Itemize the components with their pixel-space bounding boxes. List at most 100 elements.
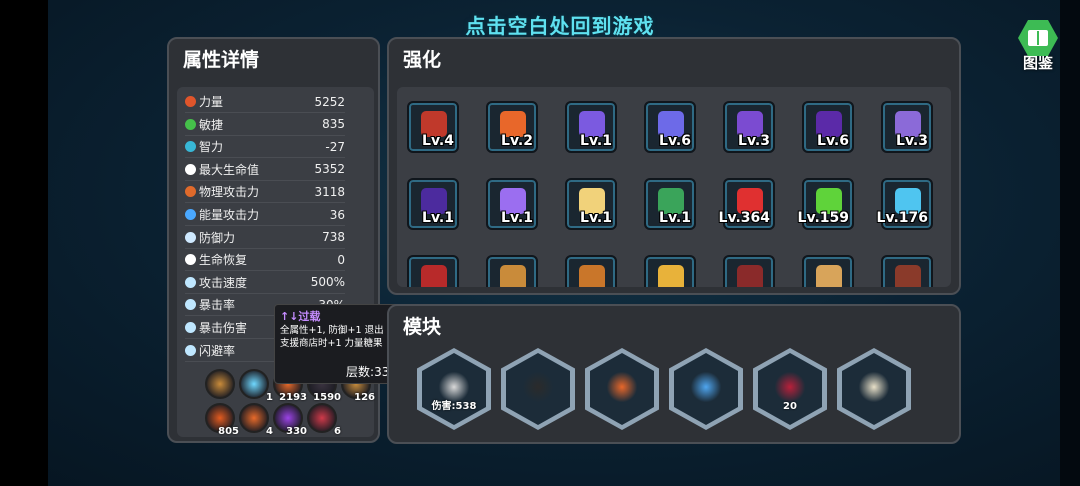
perk-count: 1 bbox=[266, 392, 273, 403]
energy-attack-icon bbox=[185, 209, 196, 220]
stat-value: 0 bbox=[337, 252, 345, 267]
enhance-item[interactable]: Lv.6 bbox=[644, 101, 696, 153]
fries-icon bbox=[658, 265, 684, 287]
stat-row: 生命恢复 0 bbox=[185, 249, 345, 272]
enhance-item[interactable] bbox=[881, 255, 933, 287]
enhance-item[interactable]: Lv.2 bbox=[486, 101, 538, 153]
fire-kettle-icon bbox=[607, 372, 637, 402]
physical-attack-icon bbox=[185, 186, 196, 198]
stat-row: 敏捷 835 bbox=[185, 114, 345, 136]
perk-count: 805 bbox=[218, 426, 239, 437]
burger-icon bbox=[500, 265, 526, 287]
crit-damage-icon bbox=[185, 322, 196, 333]
strength-icon bbox=[185, 96, 196, 107]
enhance-item[interactable]: Lv.1 bbox=[565, 178, 617, 230]
module-panel: 模块 伤害:538 20 bbox=[387, 304, 961, 444]
attack-speed-icon bbox=[185, 276, 196, 288]
heart-icon bbox=[185, 163, 196, 175]
regen-icon bbox=[185, 254, 196, 266]
tooltip-line-1: 全属性+1, 防御+1 退出 bbox=[280, 325, 384, 336]
perk-count: 4 bbox=[266, 426, 273, 437]
enhance-item[interactable] bbox=[407, 255, 459, 287]
enhance-grid[interactable]: Lv.4 Lv.2 Lv.1 Lv.6 Lv.3 Lv.6 Lv.3 Lv.1 Lv.1 Lv.1… bbox=[397, 87, 951, 287]
stat-row: 防御力 738 bbox=[185, 227, 345, 249]
item-level: Lv.6 bbox=[659, 133, 691, 149]
stat-name: 攻击速度 bbox=[199, 275, 248, 290]
enhance-item[interactable]: Lv.364 bbox=[719, 178, 775, 230]
stat-name: 生命恢复 bbox=[199, 253, 248, 268]
stat-value: 3118 bbox=[314, 184, 345, 199]
codex-button[interactable]: 图鉴 bbox=[1008, 20, 1068, 72]
enhance-item[interactable]: Lv.3 bbox=[881, 101, 933, 153]
return-to-game-hint[interactable]: 点击空白处回到游戏 bbox=[0, 10, 1080, 39]
crit-rate-icon bbox=[185, 299, 196, 311]
stat-value: 738 bbox=[322, 230, 345, 245]
item-level: Lv.1 bbox=[659, 210, 691, 226]
tooltip-title: ↑↓过载 bbox=[280, 310, 321, 323]
stat-row: 攻击速度 500% bbox=[185, 272, 345, 294]
stat-name: 敏捷 bbox=[199, 117, 224, 132]
stat-row: 最大生命值 5352 bbox=[185, 159, 345, 181]
enhance-item[interactable]: Lv.1 bbox=[486, 178, 538, 230]
stat-value: 500% bbox=[310, 275, 345, 290]
tooltip-line-2: 支援商店时+1 力量糖果 bbox=[280, 338, 383, 349]
scythe-icon bbox=[775, 372, 805, 402]
enhance-item[interactable]: Lv.176 bbox=[877, 178, 933, 230]
overload-tooltip: ↑↓过载 全属性+1, 防御+1 退出 支援商店时+1 力量糖果 层数:330 bbox=[274, 304, 402, 384]
stat-row: 能量攻击力 36 bbox=[185, 204, 345, 226]
item-level: Lv.1 bbox=[580, 210, 612, 226]
perk-count: 126 bbox=[354, 392, 375, 403]
stat-value: 835 bbox=[322, 117, 345, 132]
enhance-panel: 强化 Lv.4 Lv.2 Lv.1 Lv.6 Lv.3 Lv.6 Lv.3 Lv.1 Lv.1 L… bbox=[387, 37, 961, 295]
module-slot[interactable]: 伤害:538 bbox=[417, 348, 491, 430]
stat-value: 5252 bbox=[314, 94, 345, 109]
enhance-item[interactable] bbox=[802, 255, 854, 287]
module-slot[interactable] bbox=[585, 348, 659, 430]
stat-name: 最大生命值 bbox=[199, 162, 260, 177]
item-level: Lv.159 bbox=[797, 210, 849, 226]
chocolate-icon bbox=[895, 265, 921, 287]
stat-name: 力量 bbox=[199, 95, 224, 109]
item-level: Lv.3 bbox=[896, 133, 928, 149]
module-label: 20 bbox=[783, 401, 797, 412]
module-slot[interactable] bbox=[837, 348, 911, 430]
enhance-item[interactable]: Lv.1 bbox=[644, 178, 696, 230]
item-level: Lv.1 bbox=[501, 210, 533, 226]
magic-hat-icon bbox=[523, 372, 553, 402]
drink-icon[interactable] bbox=[205, 369, 235, 399]
enhance-item[interactable]: Lv.3 bbox=[723, 101, 775, 153]
enhance-item[interactable]: Lv.1 bbox=[565, 101, 617, 153]
enhance-title: 强化 bbox=[403, 49, 442, 71]
module-slot[interactable] bbox=[501, 348, 575, 430]
cola-bottle-icon bbox=[737, 265, 763, 287]
fire-claw-icon[interactable]: 4 bbox=[239, 403, 273, 437]
enhance-item[interactable] bbox=[565, 255, 617, 287]
enhance-item[interactable] bbox=[723, 255, 775, 287]
item-level: Lv.6 bbox=[817, 133, 849, 149]
book-icon bbox=[1018, 20, 1058, 56]
item-level: Lv.364 bbox=[718, 210, 770, 226]
crit-aura-icon[interactable]: 1 bbox=[239, 369, 273, 403]
enhance-item[interactable]: Lv.159 bbox=[798, 178, 854, 230]
fire-claw-icon[interactable]: 805 bbox=[205, 403, 239, 437]
berries-icon bbox=[421, 265, 447, 287]
item-level: Lv.176 bbox=[876, 210, 928, 226]
enhance-item[interactable]: Lv.4 bbox=[407, 101, 459, 153]
stat-row: 智力 -27 bbox=[185, 136, 345, 159]
shield-icon bbox=[185, 231, 196, 243]
perk-count: 330 bbox=[286, 426, 307, 437]
module-slot[interactable] bbox=[669, 348, 743, 430]
module-title: 模块 bbox=[403, 316, 442, 338]
target-icon[interactable]: 6 bbox=[307, 403, 341, 437]
enhance-item[interactable]: Lv.1 bbox=[407, 178, 459, 230]
enhance-item[interactable] bbox=[644, 255, 696, 287]
item-level: Lv.1 bbox=[422, 210, 454, 226]
enhance-item[interactable] bbox=[486, 255, 538, 287]
agility-icon bbox=[185, 118, 196, 130]
perk-count: 6 bbox=[334, 426, 341, 437]
item-level: Lv.1 bbox=[580, 133, 612, 149]
overload-icon[interactable]: 330 bbox=[273, 403, 307, 437]
module-slot[interactable]: 20 bbox=[753, 348, 827, 430]
enhance-item[interactable]: Lv.6 bbox=[802, 101, 854, 153]
item-level: Lv.2 bbox=[501, 133, 533, 149]
